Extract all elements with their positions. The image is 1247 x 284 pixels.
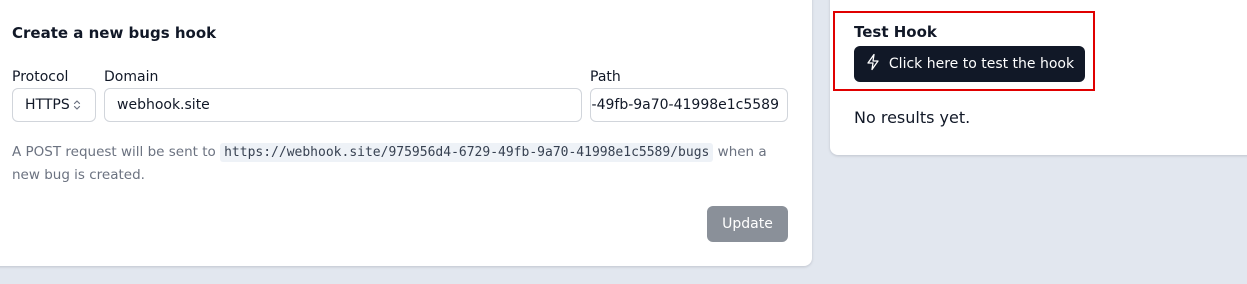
path-label: Path [590,69,621,85]
results-status: No results yet. [854,108,971,127]
domain-input[interactable]: webhook.site [104,88,582,122]
webhook-url-code: https://webhook.site/975956d4-6729-49fb-… [220,143,714,162]
webhook-help-text: A POST request will be sent to https://w… [12,141,797,186]
update-button[interactable]: Update [707,206,788,242]
help-prefix: A POST request will be sent to [12,144,216,160]
create-hook-title: Create a new bugs hook [12,24,217,42]
chevron-up-down-icon [73,99,81,111]
protocol-select[interactable]: HTTPS [12,88,96,122]
test-hook-highlight [833,11,1095,91]
path-input[interactable]: 975956d4-6729-49fb-9a70-41998e1c5589 [590,88,788,122]
path-input-value: 975956d4-6729-49fb-9a70-41998e1c5589 [591,97,779,113]
domain-label: Domain [104,69,159,85]
protocol-label: Protocol [12,69,69,85]
protocol-select-value: HTTPS [25,97,70,113]
